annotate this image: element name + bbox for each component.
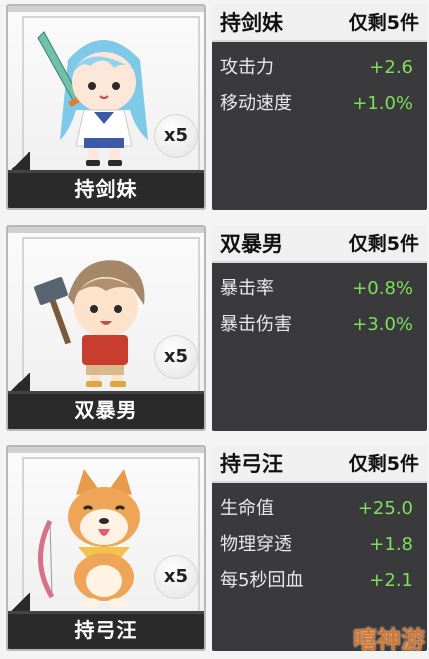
stat-list: 暴击率 +0.8% 暴击伤害 +3.0%: [212, 271, 427, 343]
name-plate: 双暴男: [74, 398, 138, 422]
panel-header: 持弓汪 仅剩5件: [212, 445, 427, 483]
display-case: x5 双暴男: [6, 225, 206, 431]
stat-value: +1.8: [369, 534, 413, 555]
case-base-corner: [8, 373, 30, 393]
case-base-corner: [8, 152, 30, 172]
case-base-corner: [8, 593, 30, 613]
stat-value: +2.1: [369, 570, 413, 591]
item-card-sword-girl[interactable]: x5 持剑妹 持剑妹 仅剩5件 攻击力 +2.6 移动速度 +1.0%: [0, 0, 429, 212]
stat-value: +0.8%: [352, 278, 413, 299]
stats-panel: 双暴男 仅剩5件 暴击率 +0.8% 暴击伤害 +3.0%: [212, 225, 427, 431]
item-title: 持弓汪: [220, 452, 283, 476]
stat-name: 暴击率: [220, 278, 274, 299]
name-plate: 持剑妹: [74, 177, 138, 201]
watermark-logo: 嘻神游: [353, 626, 425, 654]
item-title: 双暴男: [220, 232, 283, 256]
stat-name: 物理穿透: [220, 534, 292, 555]
stat-value: +3.0%: [352, 314, 413, 335]
stats-panel: 持剑妹 仅剩5件 攻击力 +2.6 移动速度 +1.0%: [212, 4, 427, 210]
item-card-crit-boy[interactable]: x5 双暴男 双暴男 仅剩5件 暴击率 +0.8% 暴击伤害 +3.0%: [0, 221, 429, 433]
stock-badge: 仅剩5件: [348, 12, 419, 34]
stat-row: 暴击率 +0.8%: [212, 271, 427, 307]
stat-name: 生命值: [220, 498, 274, 519]
name-plate: 持弓汪: [74, 618, 138, 642]
stat-value: +2.6: [369, 57, 413, 78]
stat-row: 暴击伤害 +3.0%: [212, 307, 427, 343]
stat-name: 暴击伤害: [220, 314, 292, 335]
stat-value: +25.0: [357, 498, 413, 519]
item-title: 持剑妹: [220, 11, 283, 35]
sword-girl-figure: [37, 31, 148, 166]
stock-badge: 仅剩5件: [348, 233, 419, 255]
quantity-bubble: x5: [154, 114, 198, 158]
stat-list: 生命值 +25.0 物理穿透 +1.8 每5秒回血 +2.1: [212, 491, 427, 599]
panel-header: 双暴男 仅剩5件: [212, 225, 427, 263]
stat-row: 物理穿透 +1.8: [212, 527, 427, 563]
stat-row: 生命值 +25.0: [212, 491, 427, 527]
quantity-bubble: x5: [154, 555, 198, 599]
panel-header: 持剑妹 仅剩5件: [212, 4, 427, 42]
crit-boy-figure: [34, 260, 145, 387]
case-top-edge: [8, 6, 204, 12]
bow-dog-figure: [38, 469, 140, 608]
display-case: x5 持剑妹: [6, 4, 206, 210]
quantity-bubble: x5: [154, 335, 198, 379]
stat-row: 移动速度 +1.0%: [212, 86, 427, 122]
stat-row: 每5秒回血 +2.1: [212, 563, 427, 599]
stat-row: 攻击力 +2.6: [212, 50, 427, 86]
stat-name: 移动速度: [220, 93, 292, 114]
display-case: x5 持弓汪: [6, 445, 206, 651]
stat-value: +1.0%: [352, 93, 413, 114]
stat-name: 攻击力: [220, 57, 274, 78]
case-top-edge: [8, 227, 204, 233]
stock-badge: 仅剩5件: [348, 453, 419, 475]
stat-list: 攻击力 +2.6 移动速度 +1.0%: [212, 50, 427, 122]
case-top-edge: [8, 447, 204, 453]
stat-name: 每5秒回血: [220, 570, 304, 591]
